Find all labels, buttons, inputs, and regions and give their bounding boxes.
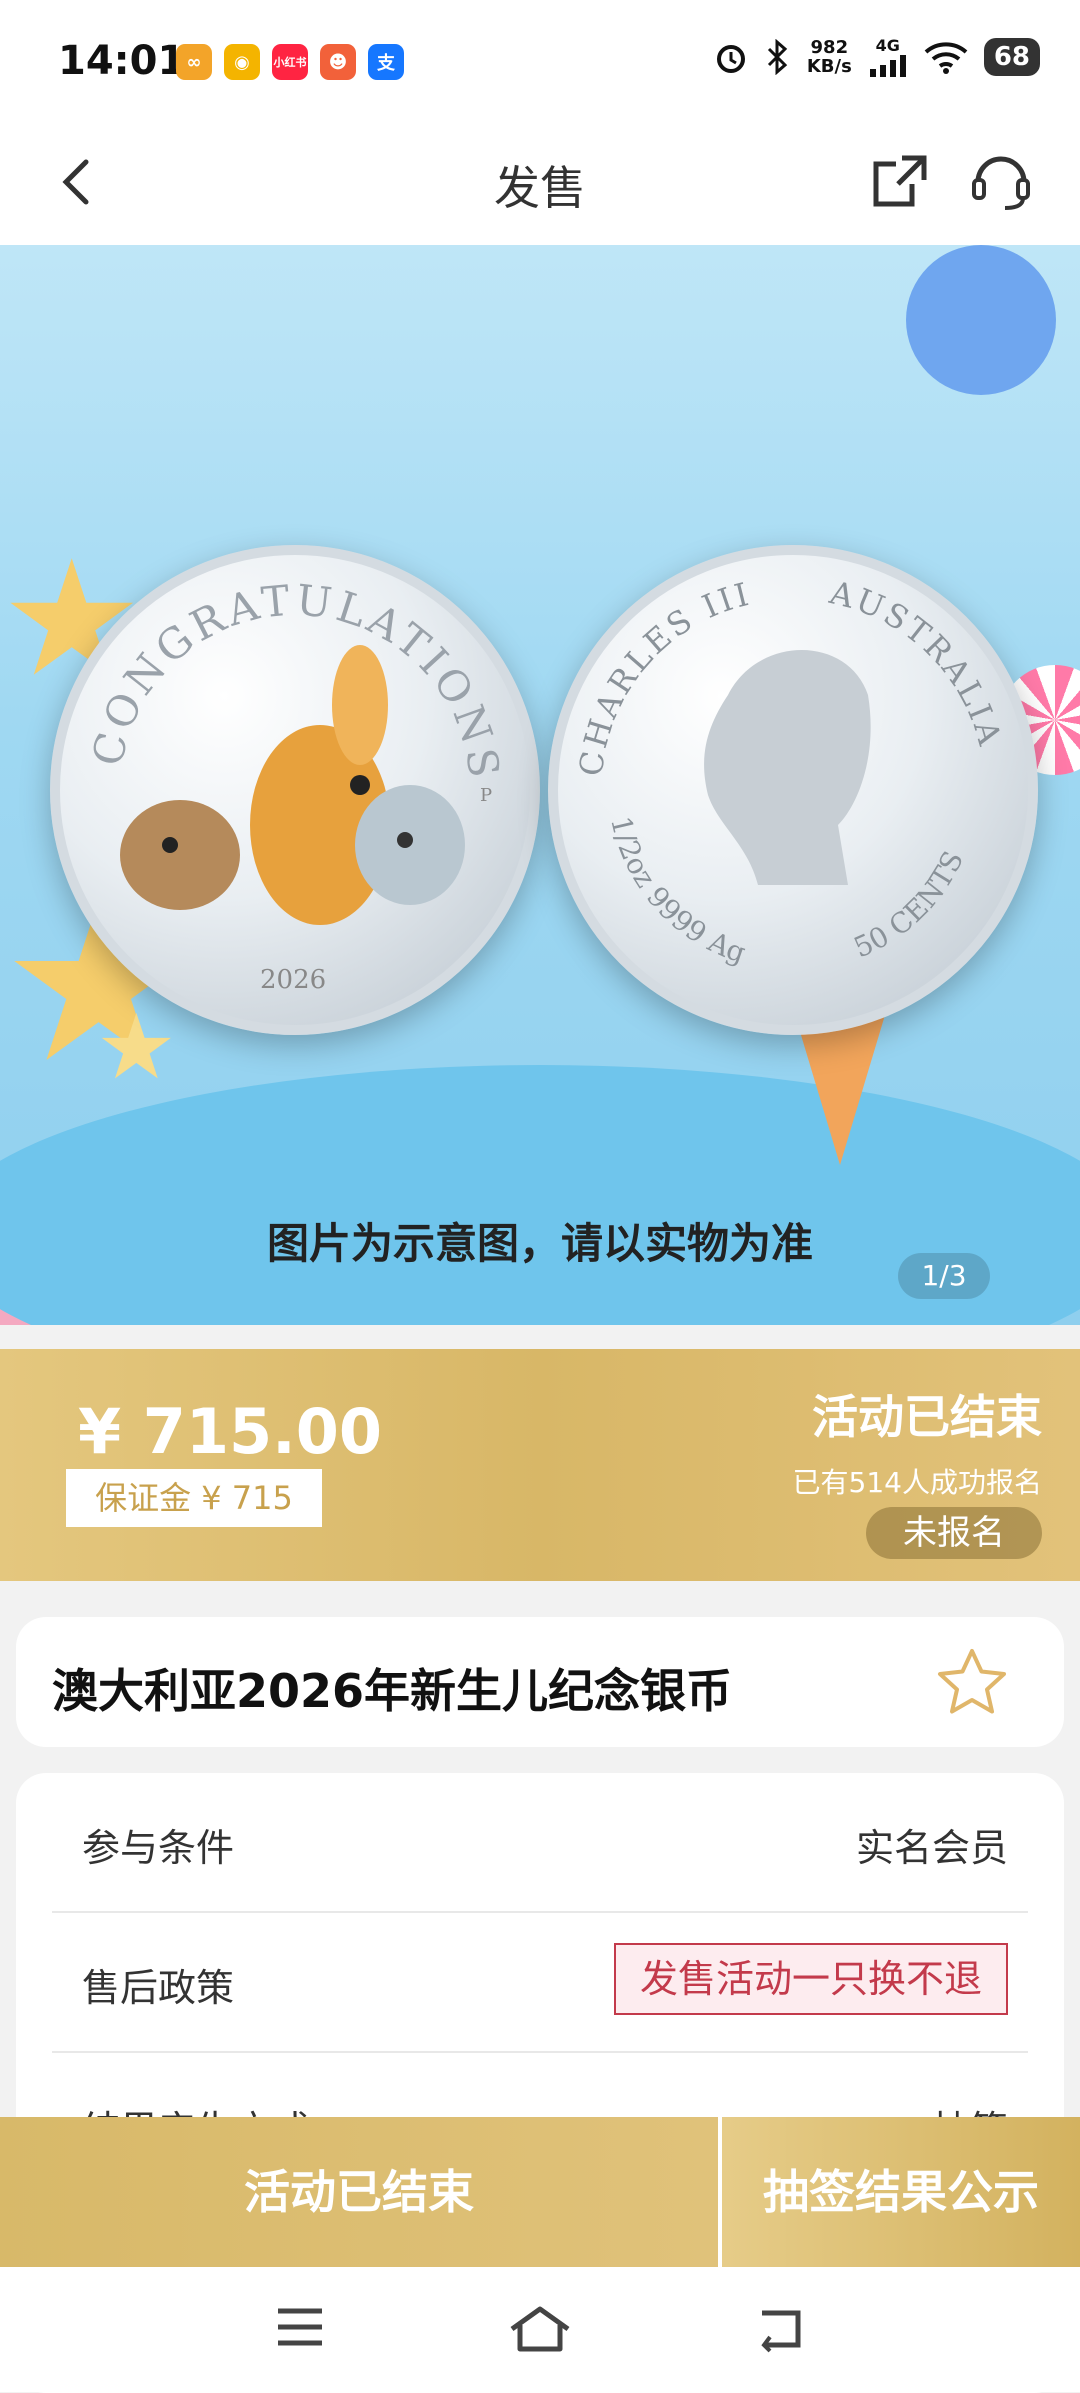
coin-front-image: CONGRATULATIONS! 2026 P: [50, 545, 540, 1035]
menu-icon[interactable]: [276, 2305, 324, 2349]
deposit-badge: 保证金 ¥ 715: [66, 1469, 322, 1527]
home-icon[interactable]: [508, 2305, 572, 2353]
status-time: 14:01: [58, 38, 186, 84]
svg-text:1/2oz 9999 Ag: 1/2oz 9999 Ag: [604, 813, 750, 970]
network-speed-value: 982: [810, 36, 849, 58]
nav-bar: 发售: [0, 120, 1080, 245]
coin-front-mint-mark: P: [480, 785, 493, 806]
product-image-carousel[interactable]: ★ ★ ★ CONGRATULATIONS! 2026 P: [0, 245, 1080, 1325]
signup-count: 已有514人成功报名: [792, 1466, 1042, 1499]
cell-signal-label: 4G: [875, 36, 900, 55]
battery-indicator: 68: [983, 37, 1040, 76]
price: ¥ 715.00: [78, 1395, 382, 1468]
back-nav-icon[interactable]: [756, 2305, 804, 2353]
coin-back-bottom-right-text: 50 CENTS: [849, 846, 970, 965]
info-row-after-sales: 售后政策 发售活动一只换不退: [52, 1913, 1028, 2053]
info-label: 参与条件: [82, 1826, 235, 1870]
carousel-page-indicator: 1/3: [898, 1253, 990, 1299]
info-row-participation: 参与条件 实名会员: [52, 1773, 1028, 1913]
network-speed: 982 KB/s: [807, 38, 852, 76]
weibo-icon: ◉: [224, 44, 260, 80]
alarm-icon: [716, 44, 745, 73]
product-title: 澳大利亚2026年新生儿纪念银币: [52, 1664, 733, 1718]
svg-text:50 CENTS: 50 CENTS: [849, 846, 970, 965]
info-label: 售后政策: [82, 1966, 235, 2010]
lottery-result-button[interactable]: 抽签结果公示: [722, 2117, 1080, 2267]
coin-back-bottom-left-text: 1/2oz 9999 Ag: [604, 813, 750, 970]
xiaohongshu-icon: 小红书: [272, 44, 308, 80]
customer-service-icon[interactable]: [968, 148, 1034, 214]
product-title-card: 澳大利亚2026年新生儿纪念银币: [16, 1617, 1064, 1747]
coin-front-artwork: CONGRATULATIONS!: [60, 555, 505, 925]
alipay-icon: 支: [368, 44, 404, 80]
coin-back-image: CHARLES III AUSTRALIA 1/2oz 9999 Ag 50 C…: [548, 545, 1038, 1035]
app-pinduoduo-icon: ☻: [320, 44, 356, 80]
price-banner: ¥ 715.00 保证金 ¥ 715 活动已结束 已有514人成功报名 未报名: [0, 1349, 1080, 1581]
signup-state-badge: 未报名: [866, 1507, 1042, 1559]
share-icon[interactable]: [868, 150, 932, 214]
bottom-action-bar: 活动已结束 抽签结果公示: [0, 2117, 1080, 2267]
system-navigation-bar: [0, 2267, 1080, 2392]
activity-status: 活动已结束: [812, 1390, 1042, 1444]
wifi-icon: [924, 41, 968, 74]
info-value: 实名会员: [855, 1826, 1008, 1870]
system-status-icons: 982 KB/s 4G 68: [713, 36, 1040, 77]
notification-app-icons: ∞ ◉ 小红书 ☻ 支: [176, 44, 404, 80]
planet-decoration: [906, 245, 1056, 395]
coin-back-artwork: CHARLES III AUSTRALIA 1/2oz 9999 Ag 50 C…: [572, 573, 1007, 970]
cell-signal: 4G: [868, 36, 908, 77]
favorite-star-icon[interactable]: [932, 1643, 1012, 1723]
status-bar: 14:01 ∞ ◉ 小红书 ☻ 支 982 KB/s 4G 68: [0, 0, 1080, 120]
signal-bars-icon: [869, 55, 906, 77]
after-sales-policy-tag: 发售活动一只换不退: [613, 1943, 1008, 2015]
network-speed-unit: KB/s: [806, 55, 852, 77]
coin-front-year: 2026: [260, 965, 327, 995]
activity-ended-button[interactable]: 活动已结束: [0, 2117, 718, 2267]
bluetooth-icon: [767, 38, 788, 75]
app-orange-icon: ∞: [176, 44, 212, 80]
